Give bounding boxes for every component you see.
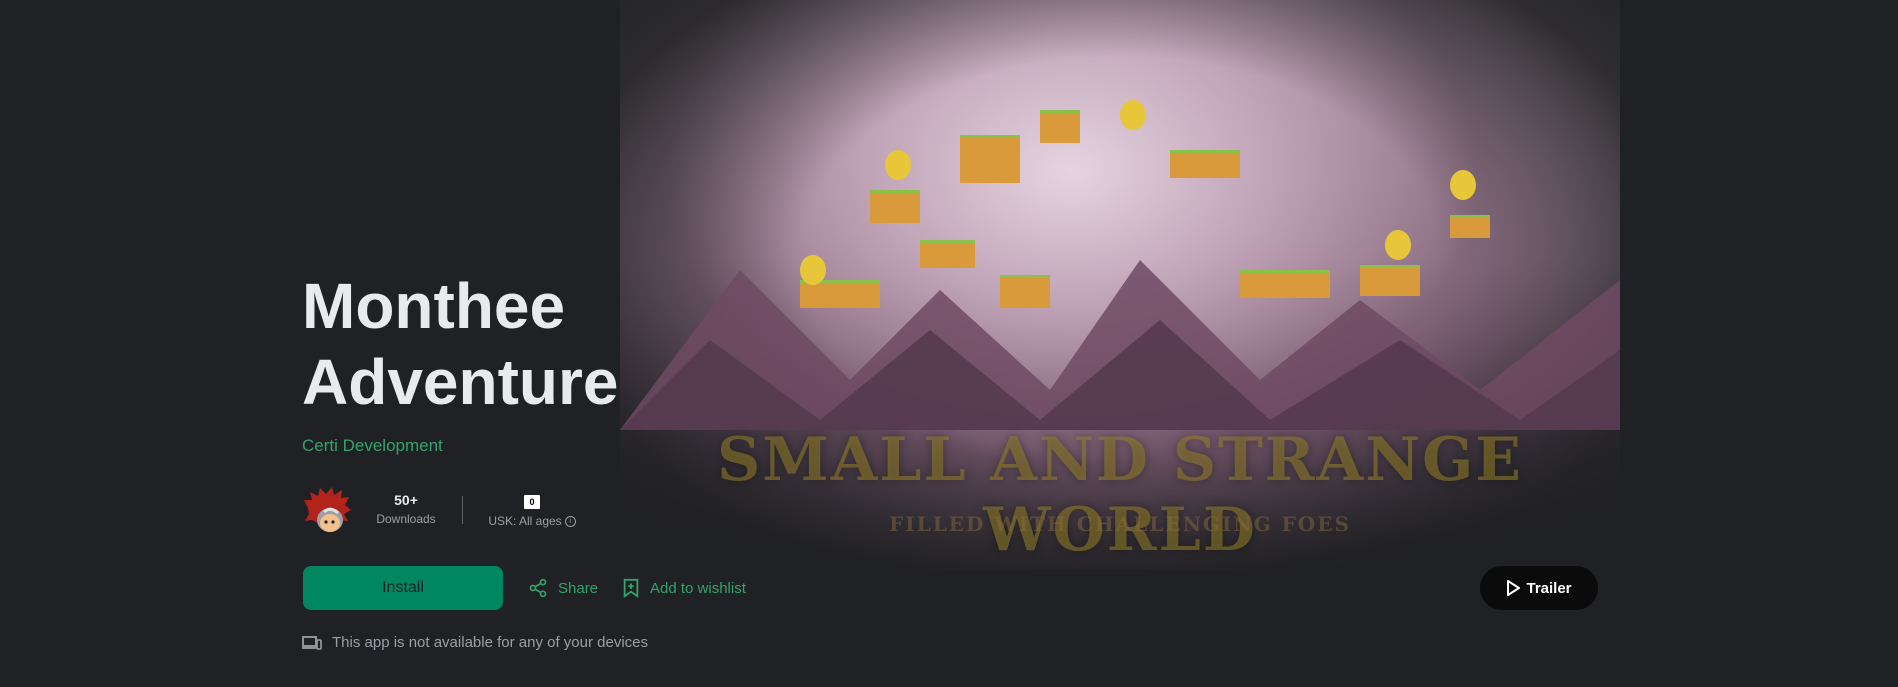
hero-platform [1170, 150, 1240, 178]
hero-subtagline: FILLED WITH CHALLENGING FOES [889, 512, 1351, 536]
availability-notice: This app is not available for any of you… [302, 634, 648, 651]
add-to-wishlist-button[interactable]: Add to wishlist [622, 576, 746, 600]
hero-tagline: SMALL AND STRANGE WORLD [716, 425, 1524, 565]
hero-platform [1360, 265, 1420, 296]
stats-divider [462, 496, 463, 524]
share-label: Share [558, 579, 599, 597]
hero-platform [1040, 110, 1080, 143]
app-icon [304, 487, 351, 532]
content-rating-stat: 0 USK: All ages i [482, 492, 582, 528]
trailer-label: Trailer [1526, 579, 1572, 597]
hero-tree [885, 150, 911, 180]
hero-banner: SMALL AND STRANGE WORLD FILLED WITH CHAL… [620, 0, 1620, 570]
hero-platform [960, 135, 1020, 183]
hero-tree [800, 255, 826, 285]
app-title: Monthee Adventure [302, 268, 619, 420]
share-button[interactable]: Share [528, 576, 598, 600]
downloads-label: Downloads [376, 512, 436, 526]
app-title-line1: Monthee [302, 270, 566, 342]
wishlist-label: Add to wishlist [650, 579, 746, 597]
hero-platform [870, 190, 920, 223]
install-button[interactable]: Install [303, 566, 503, 610]
hero-mountains [620, 260, 1620, 430]
hero-tree [1450, 170, 1476, 200]
hero-platform [1450, 215, 1490, 238]
content-rating-label: USK: All ages [488, 514, 562, 528]
bookmark-add-icon [623, 578, 639, 598]
hero-tree [1385, 230, 1411, 260]
hero-platform [1240, 270, 1330, 298]
devices-icon [302, 635, 322, 650]
developer-link[interactable]: Certi Development [302, 436, 443, 456]
hero-platform [1000, 275, 1050, 308]
usk-badge: 0 [524, 495, 540, 509]
availability-message: This app is not available for any of you… [332, 634, 649, 651]
share-icon [529, 578, 547, 598]
content-rating-row: USK: All ages i [482, 514, 582, 528]
downloads-stat: 50+ Downloads [370, 492, 442, 526]
info-icon[interactable]: i [564, 516, 576, 528]
play-icon [1507, 580, 1521, 596]
hero-tree [1120, 100, 1146, 130]
downloads-value: 50+ [394, 492, 418, 508]
app-title-line2: Adventure [302, 346, 619, 418]
hero-platform [920, 240, 975, 268]
trailer-button[interactable]: Trailer [1480, 566, 1598, 610]
